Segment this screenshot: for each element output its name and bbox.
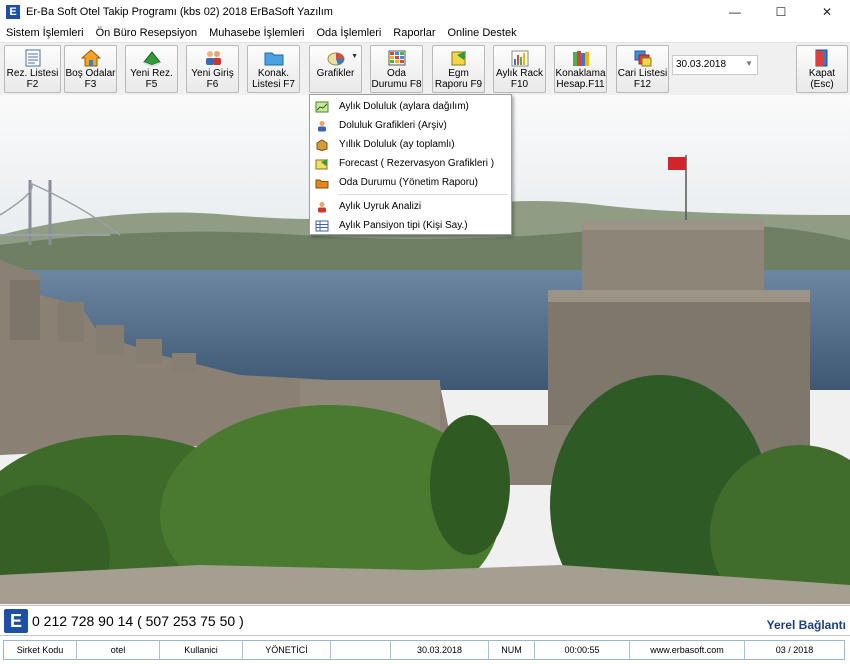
menu-bar: Sistem İşlemleri Ön Büro Resepsiyon Muha… <box>0 24 850 43</box>
yeni-giris-label: Yeni Giriş F6 <box>191 68 234 90</box>
menu-item-doluluk-grafikleri[interactable]: Doluluk Grafikleri (Arşiv) <box>310 116 511 135</box>
status-company-code: otel <box>77 641 160 659</box>
konak-listesi-label: Konak. Listesi F7 <box>252 68 295 90</box>
erbasoft-logo: E <box>4 609 28 633</box>
aylik-rack-label: Aylık Rack F10 <box>495 68 544 90</box>
report-icon <box>451 51 466 66</box>
chevron-down-icon[interactable]: ▼ <box>745 59 753 68</box>
status-company-code-label: Sirket Kodu <box>4 641 77 659</box>
window-title: Er-Ba Soft Otel Takip Programı (kbs 02) … <box>26 6 333 18</box>
date-value: 30.03.2018 <box>676 59 727 70</box>
status-bar: Sirket Kodu otel Kullanici YÖNETİCİ 30.0… <box>0 635 850 664</box>
bos-odalar-button[interactable]: Boş Odalar F3 <box>64 45 117 93</box>
egm-raporu-button[interactable]: Egm Raporu F9 <box>432 45 485 93</box>
grafikler-dropdown-menu: Aylık Doluluk (aylara dağılım) Doluluk G… <box>309 94 512 235</box>
menu-on-buro-resepsiyon[interactable]: Ön Büro Resepsiyon <box>90 27 204 39</box>
books-icon <box>572 51 589 66</box>
menu-online-destek[interactable]: Online Destek <box>441 27 522 39</box>
bos-odalar-label: Boş Odalar F3 <box>65 68 116 90</box>
bar-chart-icon <box>511 50 528 67</box>
forecast-icon <box>315 158 328 169</box>
chart-green-icon <box>315 101 329 112</box>
menu-item-label: Aylık Uyruk Analizi <box>339 201 422 212</box>
date-picker[interactable]: 30.03.2018 ▼ <box>672 55 758 75</box>
maximize-button[interactable]: ☐ <box>758 0 804 24</box>
menu-item-label: Aylık Pansiyon tipi (Kişi Say.) <box>339 220 468 231</box>
status-period: 03 / 2018 <box>775 645 814 655</box>
person-icon <box>318 120 326 131</box>
house-icon <box>80 49 101 67</box>
status-panels: Sirket Kodu otel Kullanici YÖNETİCİ 30.0… <box>3 640 845 660</box>
status-date: 30.03.2018 <box>391 641 489 659</box>
oda-durumu-button[interactable]: Oda Durumu F8 <box>370 45 423 93</box>
aylik-rack-button[interactable]: Aylık Rack F10 <box>493 45 546 93</box>
users-icon <box>205 51 221 65</box>
grafikler-label: Grafikler <box>316 68 355 79</box>
egm-raporu-label: Egm Raporu F9 <box>434 68 483 90</box>
menu-separator <box>338 194 508 195</box>
yeni-rez-label: Yeni Rez. F5 <box>130 68 173 90</box>
rez-listesi-label: Rez. Listesi F2 <box>6 68 59 90</box>
menu-muhasebe-islemleri[interactable]: Muhasebe İşlemleri <box>203 27 310 39</box>
book-icon <box>142 51 161 67</box>
contact-bar: E 0 212 728 90 14 ( 507 253 75 50 ) Yere… <box>0 605 850 635</box>
folder-icon <box>264 52 283 66</box>
menu-item-aylik-uyruk[interactable]: Aylık Uyruk Analizi <box>310 197 511 216</box>
konaklama-hesap-label: Konaklama Hesap.F11 <box>555 68 606 90</box>
oda-durumu-label: Oda Durumu F8 <box>371 68 422 90</box>
grafikler-button[interactable]: Grafikler ▼ <box>309 45 362 93</box>
yeni-giris-button[interactable]: Yeni Giriş F6 <box>186 45 239 93</box>
menu-item-label: Oda Durumu (Yönetim Raporu) <box>339 177 478 188</box>
cards-icon <box>634 50 651 67</box>
person-icon <box>318 201 326 212</box>
minimize-button[interactable]: — <box>712 0 758 24</box>
connection-status: Yerel Bağlantı <box>766 618 846 632</box>
status-website: www.erbasoft.com <box>630 641 745 659</box>
menu-item-label: Doluluk Grafikleri (Arşiv) <box>339 120 447 131</box>
menu-oda-islemleri[interactable]: Oda İşlemleri <box>311 27 388 39</box>
status-user: YÖNETİCİ <box>243 641 331 659</box>
grid-icon <box>388 50 405 66</box>
status-empty <box>331 641 391 659</box>
close-button[interactable]: ✕ <box>804 0 850 24</box>
app-icon: E <box>6 5 20 19</box>
chevron-down-icon[interactable]: ▼ <box>351 51 358 62</box>
menu-item-label: Yıllık Doluluk (ay toplamlı) <box>339 139 455 150</box>
menu-item-aylik-doluluk[interactable]: Aylık Doluluk (aylara dağılım) <box>310 97 511 116</box>
box-icon <box>316 138 328 151</box>
status-timer: 00:00:55 <box>535 641 630 659</box>
title-bar: E Er-Ba Soft Otel Takip Programı (kbs 02… <box>0 0 850 24</box>
konak-listesi-button[interactable]: Konak. Listesi F7 <box>247 45 300 93</box>
cari-listesi-label: Cari Listesi F12 <box>617 68 668 90</box>
menu-item-label: Aylık Doluluk (aylara dağılım) <box>339 101 469 112</box>
kapat-button[interactable]: Kapat (Esc) <box>796 45 848 93</box>
kapat-label: Kapat (Esc) <box>808 68 836 90</box>
menu-item-yillik-doluluk[interactable]: Yıllık Doluluk (ay toplamlı) <box>310 135 511 154</box>
exit-door-icon <box>815 49 828 67</box>
window-controls: — ☐ ✕ <box>712 0 850 24</box>
table-icon <box>315 220 329 231</box>
pie-chart-icon <box>327 52 344 66</box>
menu-raporlar[interactable]: Raporlar <box>387 27 441 39</box>
konaklama-hesap-button[interactable]: Konaklama Hesap.F11 <box>554 45 607 93</box>
menu-item-forecast[interactable]: Forecast ( Rezervasyon Grafikleri ) <box>310 154 511 173</box>
list-icon <box>25 49 40 67</box>
yeni-rez-button[interactable]: Yeni Rez. F5 <box>125 45 178 93</box>
toolbar: Rez. Listesi F2 Boş Odalar F3 Yeni Rez. … <box>0 43 850 95</box>
menu-item-oda-durumu-rapor[interactable]: Oda Durumu (Yönetim Raporu) <box>310 173 511 192</box>
cari-listesi-button[interactable]: Cari Listesi F12 <box>616 45 669 93</box>
folder-orange-icon <box>315 179 329 188</box>
menu-item-label: Forecast ( Rezervasyon Grafikleri ) <box>339 158 495 169</box>
menu-sistem-islemleri[interactable]: Sistem İşlemleri <box>0 27 90 39</box>
rez-listesi-button[interactable]: Rez. Listesi F2 <box>4 45 61 93</box>
menu-item-aylik-pansiyon[interactable]: Aylık Pansiyon tipi (Kişi Say.) <box>310 216 511 235</box>
status-numlock: NUM <box>489 641 535 659</box>
phone-numbers: 0 212 728 90 14 ( 507 253 75 50 ) <box>32 613 244 629</box>
status-user-label: Kullanici <box>160 641 243 659</box>
